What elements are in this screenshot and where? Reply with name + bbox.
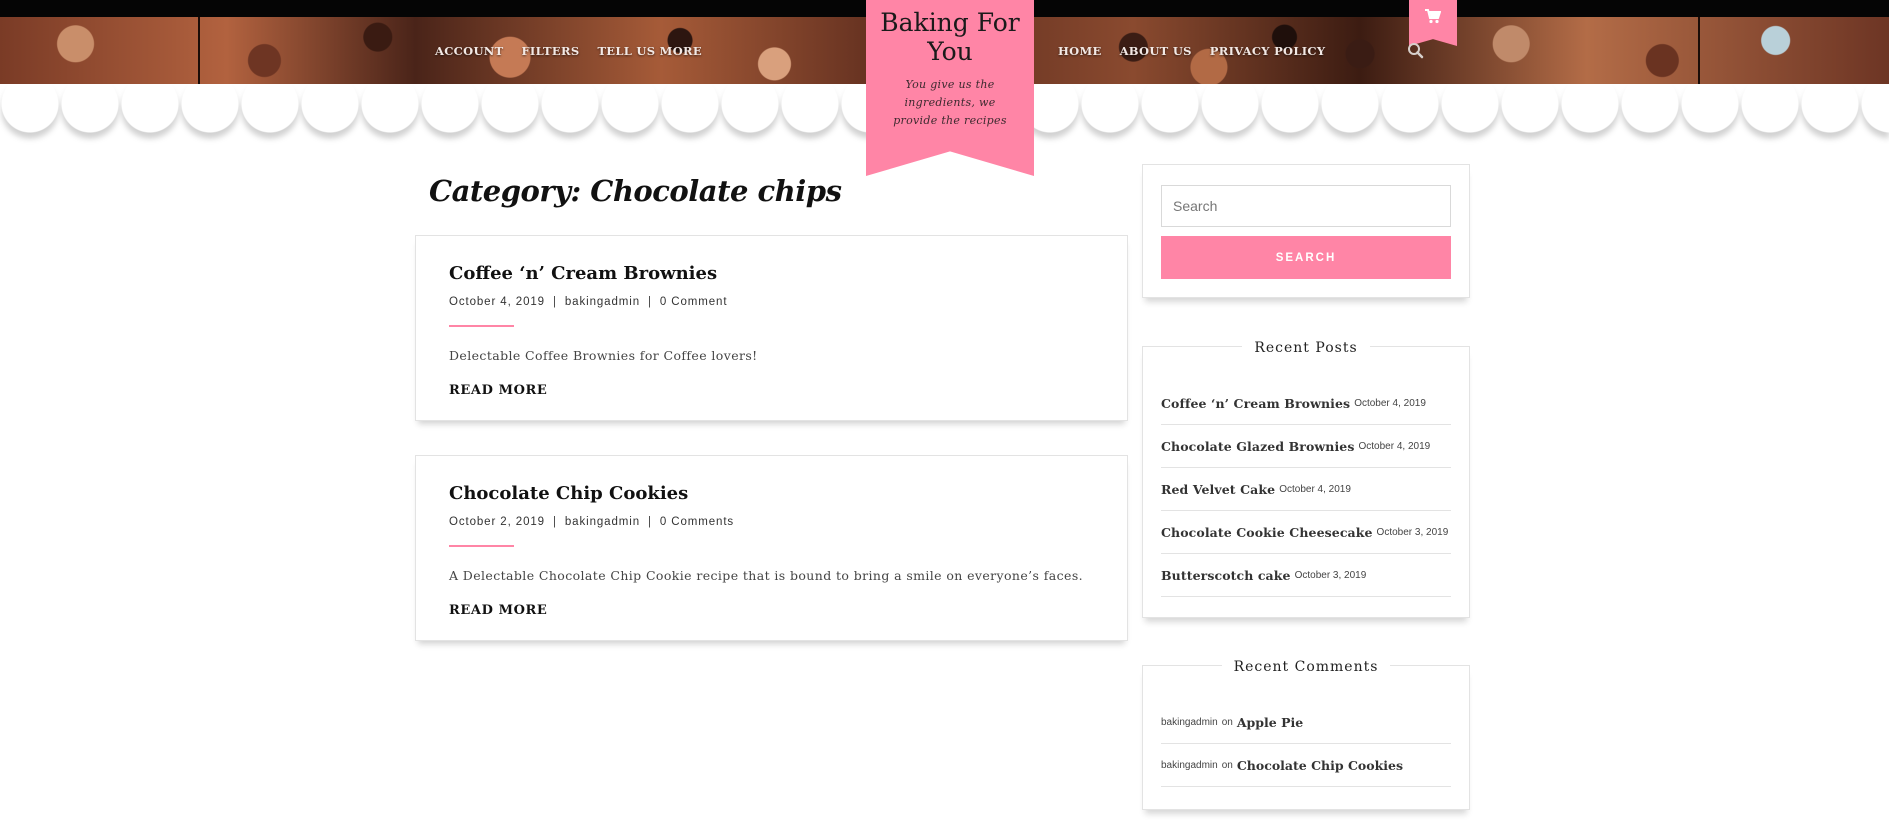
site-tagline: You give us the ingredients, we provide … — [893, 78, 1007, 127]
search-widget: SEARCH — [1142, 164, 1470, 298]
nav-account[interactable]: ACCOUNT — [435, 44, 503, 58]
recent-comments-list: bakingadmin on Apple Pie bakingadmin on … — [1161, 701, 1451, 787]
meta-separator: | — [648, 516, 652, 528]
post-meta: October 2, 2019 | bakingadmin | 0 Comments — [449, 516, 734, 528]
recent-post-link[interactable]: Chocolate Cookie Cheesecake — [1161, 525, 1373, 540]
recent-post-date: October 4, 2019 — [1358, 440, 1431, 452]
post-excerpt: A Delectable Chocolate Chip Cookie recip… — [449, 568, 1084, 583]
nav-tell-us-more[interactable]: TELL US MORE — [597, 44, 702, 58]
widget-title-wrap: Recent Posts — [1143, 337, 1469, 356]
post-comments-link[interactable]: 0 Comment — [660, 296, 728, 308]
post-card: Coffee ‘n’ Cream Brownies October 4, 201… — [415, 235, 1128, 421]
recent-post-date: October 3, 2019 — [1376, 526, 1449, 538]
comment-on-text: on — [1221, 759, 1233, 771]
recent-post-link[interactable]: Butterscotch cake — [1161, 568, 1291, 583]
post-divider — [449, 325, 514, 327]
list-item: Chocolate Glazed Brownies October 4, 201… — [1161, 425, 1451, 468]
recent-post-date: October 3, 2019 — [1294, 569, 1367, 581]
post-title-link[interactable]: Chocolate Chip Cookies — [449, 483, 688, 504]
post-divider — [449, 545, 514, 547]
recent-comments-widget: Recent Comments bakingadmin on Apple Pie… — [1142, 659, 1470, 810]
meta-separator: | — [552, 296, 557, 308]
site-title[interactable]: Baking For You — [866, 8, 1034, 66]
recent-post-date: October 4, 2019 — [1354, 397, 1426, 409]
post-excerpt: Delectable Coffee Brownies for Coffee lo… — [449, 348, 758, 363]
post-comments-link[interactable]: 0 Comments — [660, 516, 734, 528]
comment-post-link[interactable]: Chocolate Chip Cookies — [1237, 758, 1403, 773]
site-branding-ribbon: Baking For You You give us the ingredien… — [866, 0, 1034, 176]
nav-privacy-policy[interactable]: PRIVACY POLICY — [1210, 44, 1326, 58]
page-title: Category: Chocolate chips — [429, 174, 842, 208]
recent-post-link[interactable]: Red Velvet Cake — [1161, 482, 1275, 497]
recent-posts-widget: Recent Posts Coffee ‘n’ Cream Brownies O… — [1142, 340, 1470, 618]
post-card: Chocolate Chip Cookies October 2, 2019 | b… — [415, 455, 1128, 641]
post-date-link[interactable]: October 2, 2019 — [449, 516, 545, 528]
list-item: Chocolate Cookie Cheesecake October 3, 2… — [1161, 511, 1451, 554]
list-item: Red Velvet Cake October 4, 2019 — [1161, 468, 1451, 511]
read-more-link[interactable]: READ MORE — [449, 603, 547, 618]
post-author-link[interactable]: bakingadmin — [565, 296, 640, 308]
nav-filters[interactable]: FILTERS — [521, 44, 579, 58]
meta-separator: | — [552, 516, 557, 528]
recent-post-date: October 4, 2019 — [1279, 483, 1351, 495]
primary-nav-left: ACCOUNT FILTERS TELL US MORE — [435, 44, 702, 58]
list-item: bakingadmin on Chocolate Chip Cookies — [1161, 744, 1451, 787]
post-date-link[interactable]: October 4, 2019 — [449, 296, 545, 308]
nav-about-us[interactable]: ABOUT US — [1120, 44, 1192, 58]
comment-on-text: on — [1221, 716, 1233, 728]
recent-posts-title: Recent Posts — [1242, 340, 1370, 356]
list-item: Butterscotch cake October 3, 2019 — [1161, 554, 1451, 597]
search-button[interactable]: SEARCH — [1161, 236, 1451, 279]
list-item: Coffee ‘n’ Cream Brownies October 4, 201… — [1161, 382, 1451, 425]
comment-author: bakingadmin — [1161, 759, 1218, 771]
list-item: bakingadmin on Apple Pie — [1161, 701, 1451, 744]
post-author-link[interactable]: bakingadmin — [565, 516, 640, 528]
header-search-toggle[interactable] — [1407, 42, 1425, 60]
cart-button[interactable] — [1409, 0, 1457, 46]
recent-comments-title: Recent Comments — [1221, 659, 1391, 675]
primary-nav-right: HOME ABOUT US PRIVACY POLICY — [1058, 44, 1325, 58]
recent-posts-list: Coffee ‘n’ Cream Brownies October 4, 201… — [1161, 382, 1451, 597]
meta-separator: | — [648, 296, 652, 308]
search-input[interactable] — [1161, 185, 1451, 227]
comment-post-link[interactable]: Apple Pie — [1237, 715, 1303, 730]
recent-post-link[interactable]: Chocolate Glazed Brownies — [1161, 439, 1355, 454]
widget-title-wrap: Recent Comments — [1143, 656, 1469, 675]
cart-icon — [1425, 9, 1441, 24]
recent-post-link[interactable]: Coffee ‘n’ Cream Brownies — [1161, 396, 1350, 411]
read-more-link[interactable]: READ MORE — [449, 383, 547, 398]
search-icon — [1408, 43, 1424, 59]
comment-author: bakingadmin — [1161, 716, 1218, 728]
post-title-link[interactable]: Coffee ‘n’ Cream Brownies — [449, 263, 717, 284]
nav-home[interactable]: HOME — [1058, 44, 1102, 58]
post-meta: October 4, 2019 | bakingadmin | 0 Comment — [449, 296, 727, 308]
